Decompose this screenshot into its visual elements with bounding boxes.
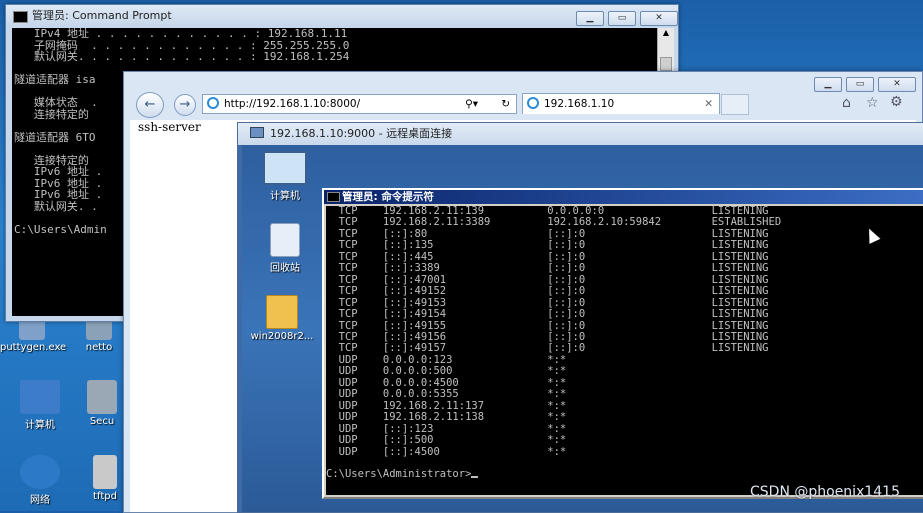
desktop-icon-puttygen[interactable]: puttygen.exe <box>0 318 67 353</box>
desktop-icon-computer[interactable]: 计算机 <box>8 380 72 431</box>
desktop-icon-netto[interactable]: netto <box>74 318 124 353</box>
security-icon <box>87 380 117 414</box>
computer-icon <box>20 380 60 414</box>
cmd-icon <box>327 192 340 202</box>
ie-icon <box>207 97 219 109</box>
forward-button[interactable]: → <box>174 94 196 116</box>
new-tab-button[interactable] <box>721 94 749 115</box>
recycle-bin-icon <box>270 223 300 257</box>
netstat-row: TCP [::]:3389 [::]:0 LISTENING <box>326 262 769 275</box>
favorites-icon[interactable]: ☆ <box>866 95 879 111</box>
netstat-row: UDP 192.168.2.11:138 *:* <box>326 411 712 424</box>
search-icon[interactable]: ⚲▾ <box>465 95 478 113</box>
gear-icon[interactable]: ⚙ <box>890 94 903 110</box>
prompt-text: C:\Users\Administrator> <box>326 468 472 481</box>
rdp-icon <box>250 127 264 138</box>
window-title: 管理员: 命令提示符 <box>342 191 434 203</box>
netstat-row: UDP 0.0.0.0:5355 *:* <box>326 388 712 401</box>
window-title: 192.168.1.10:9000 - 远程桌面连接 <box>270 127 453 140</box>
rdp-icon-computer[interactable]: 计算机 <box>250 151 320 202</box>
rdp-icon-recycle-bin[interactable]: 回收站 <box>250 223 320 274</box>
window-title: 管理员: Command Prompt <box>32 9 172 22</box>
maximize-button[interactable]: ▭ <box>846 77 874 92</box>
desktop-icon-label: Secu <box>89 416 115 427</box>
minimize-button[interactable]: ▁ <box>814 77 842 92</box>
desktop-icon-network[interactable]: 网络 <box>8 455 72 506</box>
desktop-icon-tftpd[interactable]: tftpd <box>86 455 124 502</box>
text-cursor <box>471 476 479 479</box>
scroll-thumb[interactable] <box>660 57 672 71</box>
desktop-icon-label: puttygen.exe <box>0 342 67 353</box>
tab-home[interactable]: 192.168.1.10 ✕ <box>522 93 720 114</box>
minimize-button[interactable]: ▁ <box>576 11 604 26</box>
desktop-icon-label: 计算机 <box>270 191 300 202</box>
desktop-icon-label: 计算机 <box>25 420 55 431</box>
maximize-button[interactable]: ▭ <box>608 11 636 26</box>
desktop-icon-label: tftpd <box>93 491 117 502</box>
desktop-icon-label: 回收站 <box>270 263 300 274</box>
console-line: IPv4 地址 . . . . . . . . . . . . : 192.16… <box>14 28 348 40</box>
computer-icon <box>263 151 307 185</box>
command-prompt[interactable]: C:\Users\Administrator> <box>326 469 923 480</box>
folder-icon <box>266 295 298 329</box>
rdp-window[interactable]: 192.168.1.10:9000 - 远程桌面连接 计算机 回收站 win20… <box>237 122 923 513</box>
console-line: 默认网关. . . . . . . . . . . . . : 192.168.… <box>14 50 350 63</box>
page-text: ssh-server <box>138 120 201 134</box>
home-icon[interactable]: ⌂ <box>842 95 851 111</box>
desktop-icon-label: 网络 <box>30 495 50 506</box>
ie-icon <box>527 97 539 109</box>
desktop-icon-label: netto <box>85 342 113 353</box>
tab-title: 192.168.1.10 <box>544 98 615 110</box>
close-button[interactable]: ✕ <box>878 77 916 92</box>
rdp-icon-folder[interactable]: win2008r2... <box>243 295 321 342</box>
remote-desktop[interactable]: 计算机 回收站 win2008r2... 管理员: 命令提示符 TCP 192.… <box>242 145 923 512</box>
network-icon <box>20 455 60 489</box>
desktop-icon-security[interactable]: Secu <box>80 380 124 427</box>
tftpd-icon <box>93 455 117 489</box>
back-button[interactable]: ← <box>136 92 164 118</box>
scroll-up-icon[interactable]: ▲ <box>658 28 674 37</box>
close-button[interactable]: ✕ <box>640 11 678 26</box>
scrollbar[interactable]: ▲ <box>657 28 674 77</box>
netstat-row: UDP [::]:500 *:* <box>326 434 712 447</box>
refresh-icon[interactable]: ↻ <box>501 95 510 113</box>
netstat-row: TCP [::]:49154 [::]:0 LISTENING <box>326 308 769 321</box>
rdp-titlebar[interactable]: 192.168.1.10:9000 - 远程桌面连接 <box>238 123 923 145</box>
netstat-row: UDP [::]:4500 *:* <box>326 445 712 458</box>
address-bar[interactable]: http://192.168.1.10:8000/ ⚲▾ ↻ <box>202 94 517 114</box>
address-text: http://192.168.1.10:8000/ <box>224 98 361 110</box>
remote-cmd-titlebar[interactable]: 管理员: 命令提示符 <box>324 190 923 204</box>
watermark: CSDN @phoenix1415 <box>750 484 900 500</box>
close-tab-icon[interactable]: ✕ <box>704 94 713 114</box>
cmd-icon <box>13 11 28 23</box>
netstat-row: TCP [::]:49152 [::]:0 LISTENING <box>326 285 769 298</box>
remote-cmd-window[interactable]: 管理员: 命令提示符 TCP 192.168.2.11:139 0.0.0.0:… <box>322 188 923 499</box>
desktop-icon-label: win2008r2... <box>250 331 314 342</box>
remote-cmd-output[interactable]: TCP 192.168.2.11:139 0.0.0.0:0 LISTENING… <box>326 206 923 495</box>
